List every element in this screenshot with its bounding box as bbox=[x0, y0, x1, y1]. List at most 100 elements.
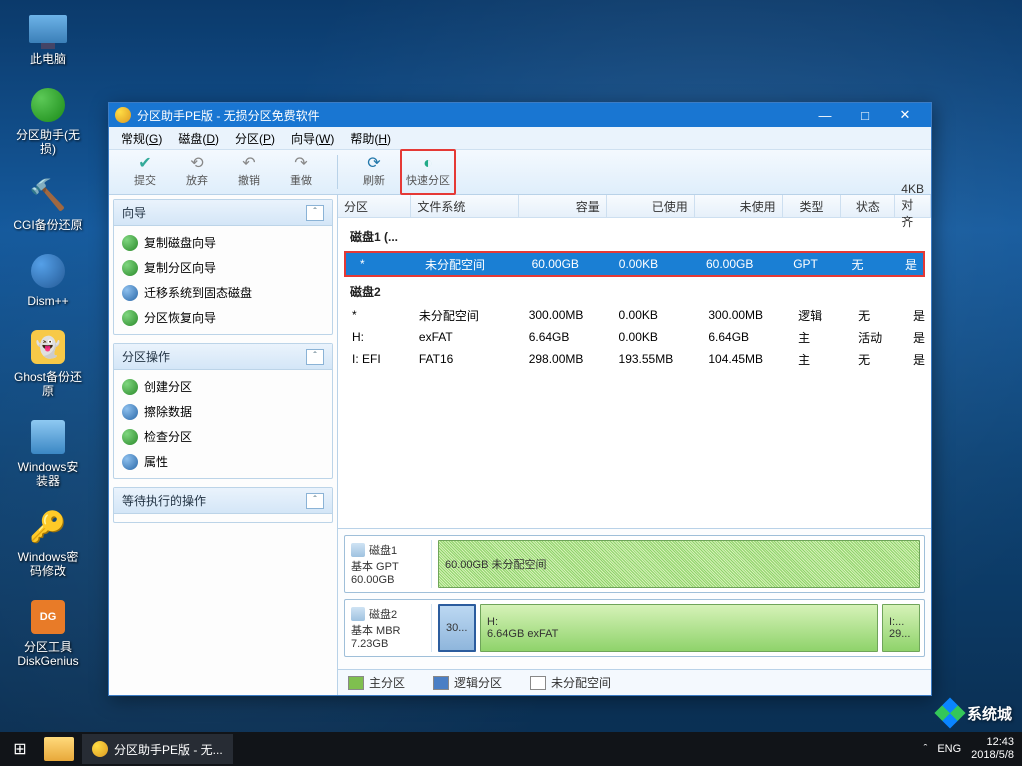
system-tray: ˆ ENG 12:43 2018/5/8 bbox=[916, 736, 1022, 762]
menu-item[interactable]: 分区(P) bbox=[229, 128, 281, 149]
disk-map-sub1: 基本 MBR bbox=[351, 622, 429, 638]
toolbar-label: 重做 bbox=[290, 172, 312, 188]
col-status[interactable]: 状态 bbox=[841, 195, 895, 217]
legend: 主分区 逻辑分区 未分配空间 bbox=[338, 669, 931, 695]
col-free[interactable]: 未使用 bbox=[695, 195, 783, 217]
collapse-icon[interactable]: ˆ bbox=[306, 349, 324, 365]
disk-map-name: 磁盘1 bbox=[369, 542, 397, 558]
panel-header[interactable]: 向导ˆ bbox=[114, 200, 332, 226]
disk-header[interactable]: 磁盘1 (... bbox=[338, 224, 931, 249]
pc-icon bbox=[27, 8, 69, 50]
window-title: 分区助手PE版 - 无损分区免费软件 bbox=[137, 107, 320, 124]
tray-up-icon[interactable]: ˆ bbox=[924, 743, 928, 755]
sidebar: 向导ˆ复制磁盘向导复制分区向导迁移系统到固态磁盘分区恢复向导分区操作ˆ创建分区擦… bbox=[109, 195, 338, 695]
start-button[interactable]: ⊞ bbox=[0, 732, 40, 766]
win-icon bbox=[27, 416, 69, 458]
sidebar-item[interactable]: 擦除数据 bbox=[116, 399, 330, 424]
col-used[interactable]: 已使用 bbox=[607, 195, 695, 217]
sidebar-item[interactable]: 检查分区 bbox=[116, 424, 330, 449]
sidebar-panel: 分区操作ˆ创建分区擦除数据检查分区属性 bbox=[113, 343, 333, 479]
sidebar-item[interactable]: 复制磁盘向导 bbox=[116, 230, 330, 255]
watermark: 系统城 bbox=[939, 702, 1012, 724]
toolbar-button-撤销[interactable]: ↶撤销 bbox=[223, 151, 275, 193]
desktop: 此电脑分区助手(无损) 🔨CGI备份还原 Dism++ 👻Ghost备份还原 Windo… bbox=[0, 0, 1022, 766]
toolbar-label: 放弃 bbox=[186, 172, 208, 188]
disk-header[interactable]: 磁盘2 bbox=[338, 279, 931, 304]
disk-map-bar[interactable]: 30... bbox=[438, 604, 476, 652]
sidebar-item-label: 迁移系统到固态磁盘 bbox=[144, 284, 252, 301]
sidebar-item[interactable]: 属性 bbox=[116, 449, 330, 474]
toolbar-icon: ↶ bbox=[242, 156, 255, 172]
disk-map-sub2: 7.23GB bbox=[351, 638, 429, 650]
hammer-icon: 🔨 bbox=[27, 174, 69, 216]
desktop-icon-label: Ghost备份还原 bbox=[14, 370, 82, 398]
partition-row[interactable]: I: EFIFAT16298.00MB193.55MB104.45MB主无是 bbox=[338, 348, 931, 370]
panel-header[interactable]: 等待执行的操作ˆ bbox=[114, 488, 332, 514]
toolbar-button-刷新[interactable]: ⟳刷新 bbox=[348, 151, 400, 193]
toolbar-icon: ↷ bbox=[294, 156, 307, 172]
taskbar-app-button[interactable]: 分区助手PE版 - 无... bbox=[82, 734, 233, 764]
sidebar-item-icon bbox=[122, 404, 138, 420]
disk-map-bar[interactable]: H:6.64GB exFAT bbox=[480, 604, 878, 652]
toolbar-button-快速分区[interactable]: ◐快速分区 bbox=[398, 152, 458, 192]
menu-item[interactable]: 向导(W) bbox=[285, 128, 340, 149]
sidebar-item[interactable]: 复制分区向导 bbox=[116, 255, 330, 280]
menu-item[interactable]: 磁盘(D) bbox=[172, 128, 225, 149]
desktop-icon[interactable]: 🔑Windows密码修改 bbox=[10, 506, 86, 578]
sidebar-item[interactable]: 创建分区 bbox=[116, 374, 330, 399]
menu-item[interactable]: 常规(G) bbox=[115, 128, 168, 149]
app-icon bbox=[115, 107, 131, 123]
panel-body: 创建分区擦除数据检查分区属性 bbox=[114, 370, 332, 478]
dg-icon: DG bbox=[27, 596, 69, 638]
toolbar-icon: ⟳ bbox=[367, 156, 380, 172]
disk-map-name: 磁盘2 bbox=[369, 606, 397, 622]
col-filesystem[interactable]: 文件系统 bbox=[411, 195, 518, 217]
desktop-icon[interactable]: 👻Ghost备份还原 bbox=[10, 326, 86, 398]
sidebar-item-icon bbox=[122, 429, 138, 445]
minimize-button[interactable]: — bbox=[805, 103, 845, 127]
legend-primary-swatch bbox=[348, 676, 364, 690]
disk-map[interactable]: 磁盘2基本 MBR7.23GB 30...H:6.64GB exFATI:...2… bbox=[344, 599, 925, 657]
taskbar-app-label: 分区助手PE版 - 无... bbox=[114, 741, 223, 758]
disk-icon bbox=[351, 543, 365, 557]
desktop-icon[interactable]: 分区助手(无损) bbox=[10, 84, 86, 156]
col-4k-align[interactable]: 4KB对齐 bbox=[895, 195, 931, 217]
toolbar-button-提交[interactable]: ✔提交 bbox=[119, 151, 171, 193]
desktop-icon[interactable]: DG分区工具DiskGenius bbox=[10, 596, 86, 668]
titlebar[interactable]: 分区助手PE版 - 无损分区免费软件 — □ ✕ bbox=[109, 103, 931, 127]
col-partition[interactable]: 分区 bbox=[338, 195, 411, 217]
file-explorer-taskbar-icon[interactable] bbox=[44, 737, 74, 761]
partition-row[interactable]: *未分配空间60.00GB0.00KB60.00GBGPT无是 bbox=[346, 253, 923, 275]
desktop-icon[interactable]: Dism++ bbox=[10, 250, 86, 308]
sidebar-panel: 等待执行的操作ˆ bbox=[113, 487, 333, 523]
sidebar-item-label: 检查分区 bbox=[144, 428, 192, 445]
toolbar-button-放弃[interactable]: ⟲放弃 bbox=[171, 151, 223, 193]
toolbar-button-重做[interactable]: ↷重做 bbox=[275, 151, 327, 193]
disk-map[interactable]: 磁盘1基本 GPT60.00GB 60.00GB 未分配空间 bbox=[344, 535, 925, 593]
quick-partition-highlight: ◐快速分区 bbox=[400, 149, 456, 195]
menu-item[interactable]: 帮助(H) bbox=[344, 128, 397, 149]
clock[interactable]: 12:43 2018/5/8 bbox=[971, 736, 1014, 762]
desktop-icon-label: Dism++ bbox=[27, 294, 68, 308]
close-button[interactable]: ✕ bbox=[885, 103, 925, 127]
disk-map-bar[interactable]: I:...29... bbox=[882, 604, 920, 652]
selected-row-highlight: *未分配空间60.00GB0.00KB60.00GBGPT无是 bbox=[344, 251, 925, 277]
desktop-icon[interactable]: 🔨CGI备份还原 bbox=[10, 174, 86, 232]
partition-row[interactable]: H:exFAT6.64GB0.00KB6.64GB主活动是 bbox=[338, 326, 931, 348]
desktop-icon[interactable]: Windows安装器 bbox=[10, 416, 86, 488]
col-capacity[interactable]: 容量 bbox=[519, 195, 607, 217]
sidebar-item[interactable]: 分区恢复向导 bbox=[116, 305, 330, 330]
disk-map-info: 磁盘1基本 GPT60.00GB bbox=[349, 540, 432, 588]
collapse-icon[interactable]: ˆ bbox=[306, 493, 324, 509]
disk-map-bar[interactable]: 60.00GB 未分配空间 bbox=[438, 540, 920, 588]
col-type[interactable]: 类型 bbox=[783, 195, 842, 217]
maximize-button[interactable]: □ bbox=[845, 103, 885, 127]
collapse-icon[interactable]: ˆ bbox=[306, 205, 324, 221]
partition-row[interactable]: *未分配空间300.00MB0.00KB300.00MB逻辑无是 bbox=[338, 304, 931, 326]
desktop-icon[interactable]: 此电脑 bbox=[10, 8, 86, 66]
language-indicator[interactable]: ENG bbox=[937, 743, 961, 755]
sidebar-item-icon bbox=[122, 260, 138, 276]
bar-label2: 60.00GB 未分配空间 bbox=[445, 556, 913, 572]
sidebar-item[interactable]: 迁移系统到固态磁盘 bbox=[116, 280, 330, 305]
panel-header[interactable]: 分区操作ˆ bbox=[114, 344, 332, 370]
